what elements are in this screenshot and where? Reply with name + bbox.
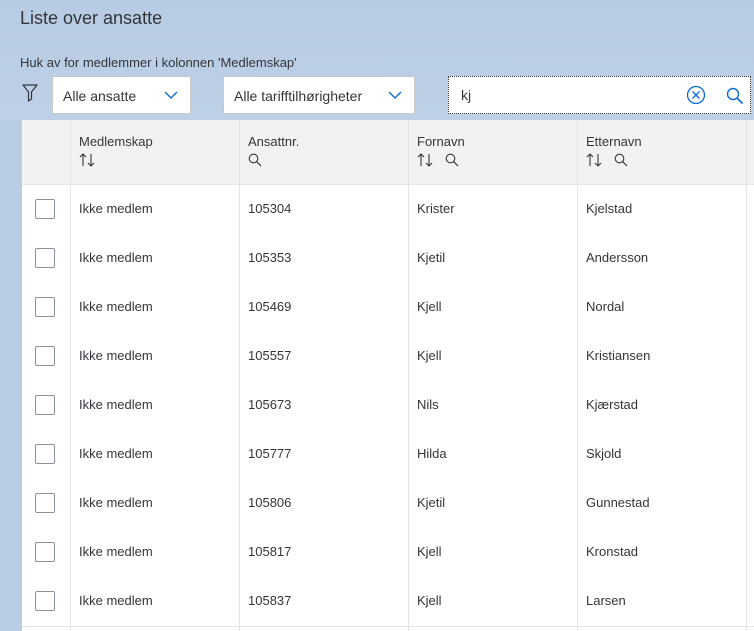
chevron-down-icon	[388, 91, 402, 99]
row-checkbox[interactable]	[35, 542, 55, 562]
filter-icon[interactable]	[22, 84, 38, 102]
search-icon[interactable]	[614, 153, 628, 167]
first-name-cell: Kjell	[417, 299, 442, 314]
search-icon[interactable]	[726, 87, 744, 105]
last-name-cell: Larsen	[586, 593, 626, 608]
table-row[interactable]: Ikke medlem 105777 Hilda Skjold	[22, 430, 754, 480]
row-checkbox[interactable]	[35, 297, 55, 317]
table-row[interactable]: Ikke medlem 105304 Krister Kjelstad	[22, 185, 754, 235]
first-name-cell: Kjell	[417, 348, 442, 363]
table-row[interactable]: Ikke medlem 105673 Nils Kjærstad	[22, 381, 754, 431]
employee-number-cell: 105557	[248, 348, 292, 363]
employee-number-cell: 105817	[248, 544, 292, 559]
column-header-last-name[interactable]: Etternavn	[586, 134, 642, 168]
tariff-select-value: Alle tarifftilhørigheter	[234, 88, 363, 104]
employees-select-value: Alle ansatte	[63, 88, 137, 104]
search-icon[interactable]	[445, 153, 459, 167]
employee-table: Medlemskap Ansattnr. Fornavn Etternavn I…	[22, 120, 754, 631]
sort-icon[interactable]	[586, 153, 602, 167]
search-icon[interactable]	[248, 153, 262, 167]
clear-icon[interactable]	[686, 85, 706, 105]
table-row[interactable]: Ikke medlem 105557 Kjell Kristiansen	[22, 332, 754, 382]
employee-number-cell: 105469	[248, 299, 292, 314]
membership-cell: Ikke medlem	[79, 593, 153, 608]
first-name-cell: Nils	[417, 397, 439, 412]
employee-number-cell: 105304	[248, 201, 292, 216]
row-checkbox[interactable]	[35, 199, 55, 219]
table-row[interactable]: Ikke medlem 105469 Kjell Nordal	[22, 283, 754, 333]
employee-number-cell: 105673	[248, 397, 292, 412]
employee-number-cell: 105353	[248, 250, 292, 265]
row-checkbox[interactable]	[35, 346, 55, 366]
last-name-cell: Andersson	[586, 250, 649, 265]
column-divider	[70, 120, 71, 631]
table-row[interactable]: Ikke medlem 105817 Kjell Kronstad	[22, 528, 754, 578]
row-checkbox[interactable]	[35, 395, 55, 415]
instruction-text: Huk av for medlemmer i kolonnen 'Medlems…	[20, 55, 297, 70]
last-name-cell: Skjold	[586, 446, 622, 461]
sort-icon[interactable]	[79, 153, 95, 167]
last-name-cell: Kjærstad	[586, 397, 639, 412]
first-name-cell: Hilda	[417, 446, 447, 461]
employee-number-cell: 105837	[248, 593, 292, 608]
first-name-cell: Krister	[417, 201, 455, 216]
membership-cell: Ikke medlem	[79, 299, 153, 314]
row-checkbox[interactable]	[35, 248, 55, 268]
column-header-employee-number[interactable]: Ansattnr.	[248, 134, 299, 168]
search-input[interactable]	[457, 83, 685, 107]
first-name-cell: Kjetil	[417, 495, 446, 510]
first-name-cell: Kjell	[417, 593, 442, 608]
first-name-cell: Kjetil	[417, 250, 446, 265]
row-checkbox[interactable]	[35, 493, 55, 513]
table-row[interactable]: Ikke medlem 105806 Kjetil Gunnestad	[22, 479, 754, 529]
page-title: Liste over ansatte	[20, 8, 163, 28]
membership-cell: Ikke medlem	[79, 544, 153, 559]
last-name-cell: Kristiansen	[586, 348, 651, 363]
table-row[interactable]: Ikke medlem 105837 Kjell Larsen	[22, 577, 754, 627]
membership-cell: Ikke medlem	[79, 250, 153, 265]
table-header: Medlemskap Ansattnr. Fornavn Etternavn	[22, 120, 754, 185]
employee-number-cell: 105806	[248, 495, 292, 510]
employee-number-cell: 105777	[248, 446, 292, 461]
search-field[interactable]	[448, 76, 751, 114]
membership-cell: Ikke medlem	[79, 397, 153, 412]
chevron-down-icon	[164, 91, 178, 99]
row-checkbox[interactable]	[35, 591, 55, 611]
membership-cell: Ikke medlem	[79, 201, 153, 216]
column-divider	[746, 120, 747, 631]
column-divider	[239, 120, 240, 631]
column-divider	[408, 120, 409, 631]
column-divider	[577, 120, 578, 631]
employees-select[interactable]: Alle ansatte	[52, 76, 191, 114]
last-name-cell: Kronstad	[586, 544, 639, 559]
column-header-membership[interactable]: Medlemskap	[79, 134, 153, 168]
tariff-select[interactable]: Alle tarifftilhørigheter	[223, 76, 415, 114]
table-row[interactable]: Ikke medlem 105353 Kjetil Andersson	[22, 234, 754, 284]
membership-cell: Ikke medlem	[79, 495, 153, 510]
membership-cell: Ikke medlem	[79, 348, 153, 363]
column-header-first-name[interactable]: Fornavn	[417, 134, 465, 168]
last-name-cell: Kjelstad	[586, 201, 633, 216]
membership-cell: Ikke medlem	[79, 446, 153, 461]
first-name-cell: Kjell	[417, 544, 442, 559]
row-checkbox[interactable]	[35, 444, 55, 464]
last-name-cell: Gunnestad	[586, 495, 650, 510]
last-name-cell: Nordal	[586, 299, 625, 314]
sort-icon[interactable]	[417, 153, 433, 167]
